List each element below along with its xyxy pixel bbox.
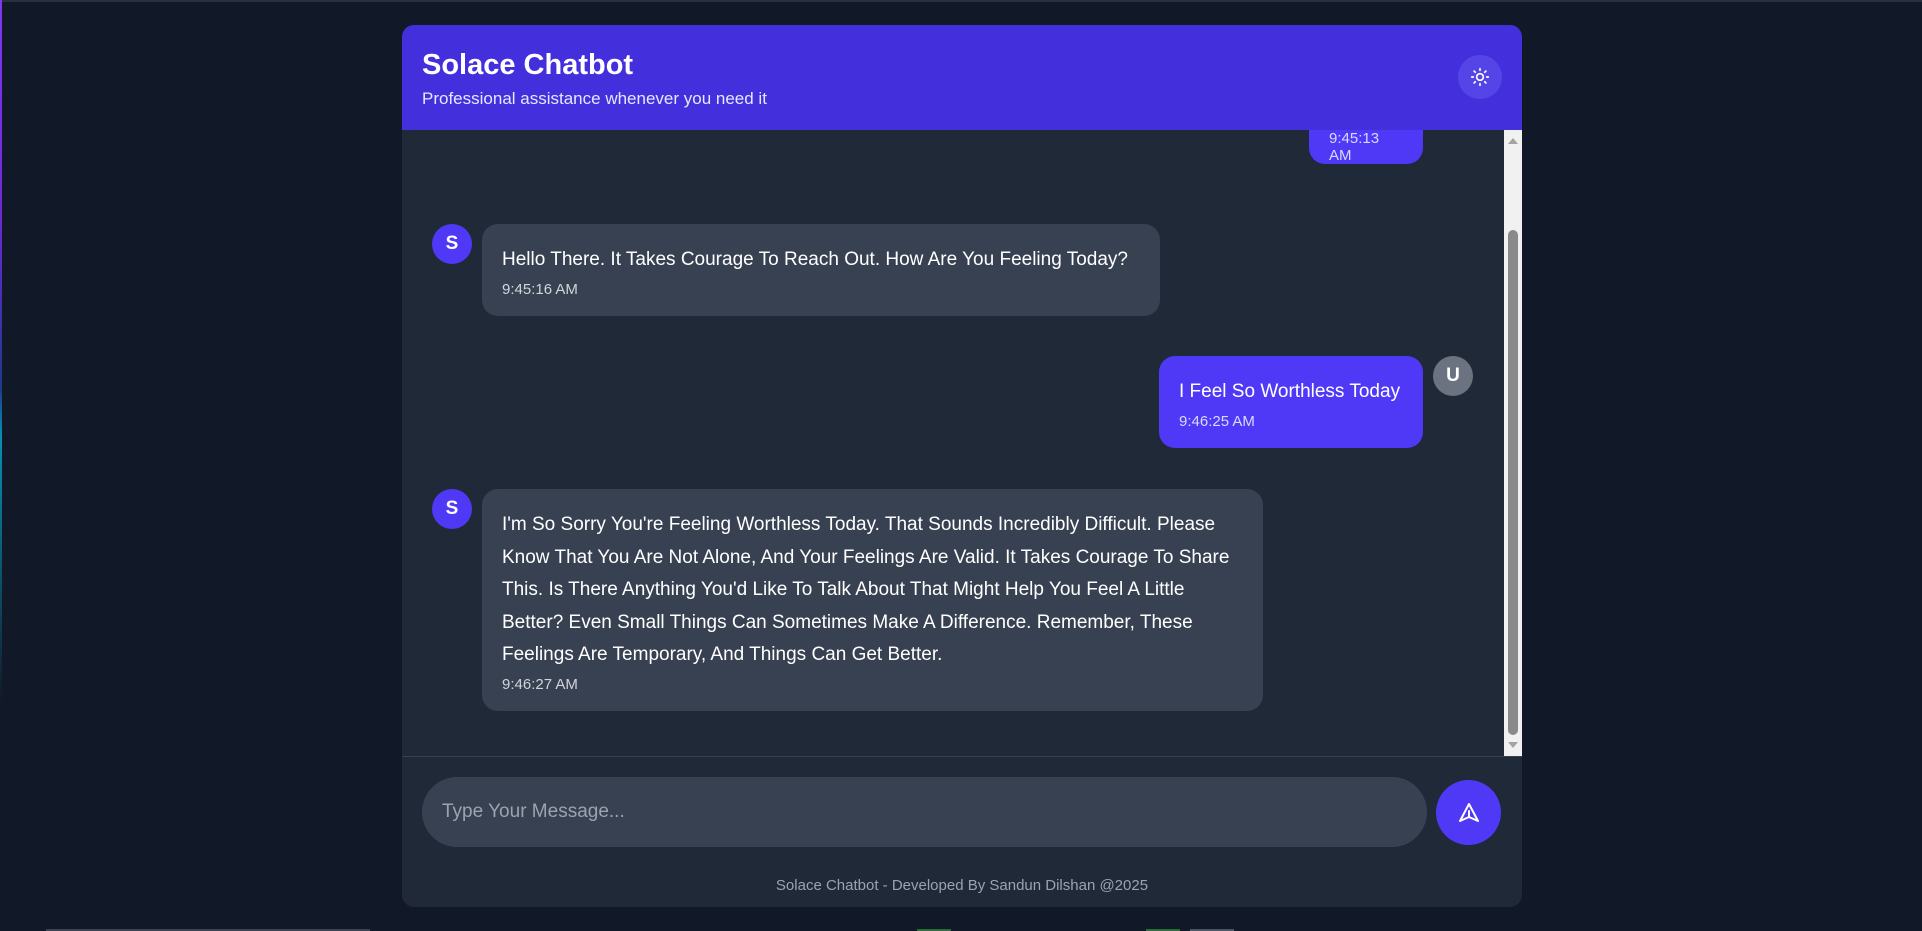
message-time: 9:46:25 AM xyxy=(1179,412,1255,430)
theme-toggle-button[interactable] xyxy=(1458,55,1502,99)
bot-message: Hello There. It Takes Courage To Reach O… xyxy=(482,224,1160,316)
scroll-up-arrow-icon[interactable] xyxy=(1508,138,1518,144)
message-list[interactable]: 9:45:13 AM S Hello There. It Takes Coura… xyxy=(402,130,1522,756)
user-message: I Feel So Worthless Today 9:46:25 AM xyxy=(1159,356,1423,448)
scrollbar-thumb[interactable] xyxy=(1508,230,1518,735)
message-time: 9:46:27 AM xyxy=(502,675,578,693)
bot-avatar: S xyxy=(432,224,472,264)
message-text: Hello There. It Takes Courage To Reach O… xyxy=(502,249,1128,270)
left-edge-accent xyxy=(0,0,2,705)
send-button[interactable] xyxy=(1436,780,1501,845)
chat-subtitle: Professional assistance whenever you nee… xyxy=(422,89,767,108)
user-message: 9:45:13 AM xyxy=(1309,130,1423,164)
bot-message: I'm So Sorry You're Feeling Worthless To… xyxy=(482,489,1263,711)
user-avatar: U xyxy=(1433,356,1473,396)
footer-credit: Solace Chatbot - Developed By Sandun Dil… xyxy=(775,877,1149,894)
window-top-edge xyxy=(0,0,1922,2)
message-scrollbar[interactable] xyxy=(1504,130,1522,756)
scroll-down-arrow-icon[interactable] xyxy=(1508,742,1518,748)
send-icon xyxy=(1458,802,1479,822)
chat-window: Solace Chatbot Professional assistance w… xyxy=(402,25,1522,907)
chat-header: Solace Chatbot Professional assistance w… xyxy=(402,25,1522,130)
message-time: 9:45:16 AM xyxy=(502,280,578,298)
message-time: 9:45:13 AM xyxy=(1329,130,1380,164)
bot-avatar: S xyxy=(432,489,472,529)
sun-icon xyxy=(1470,67,1490,87)
message-text: I Feel So Worthless Today xyxy=(1179,381,1401,402)
page: Solace Chatbot Professional assistance w… xyxy=(0,0,1922,931)
message-text: I'm So Sorry You're Feeling Worthless To… xyxy=(502,514,1230,665)
composer: Solace Chatbot - Developed By Sandun Dil… xyxy=(402,756,1522,907)
message-input[interactable] xyxy=(422,777,1427,847)
chat-title: Solace Chatbot xyxy=(422,49,634,81)
